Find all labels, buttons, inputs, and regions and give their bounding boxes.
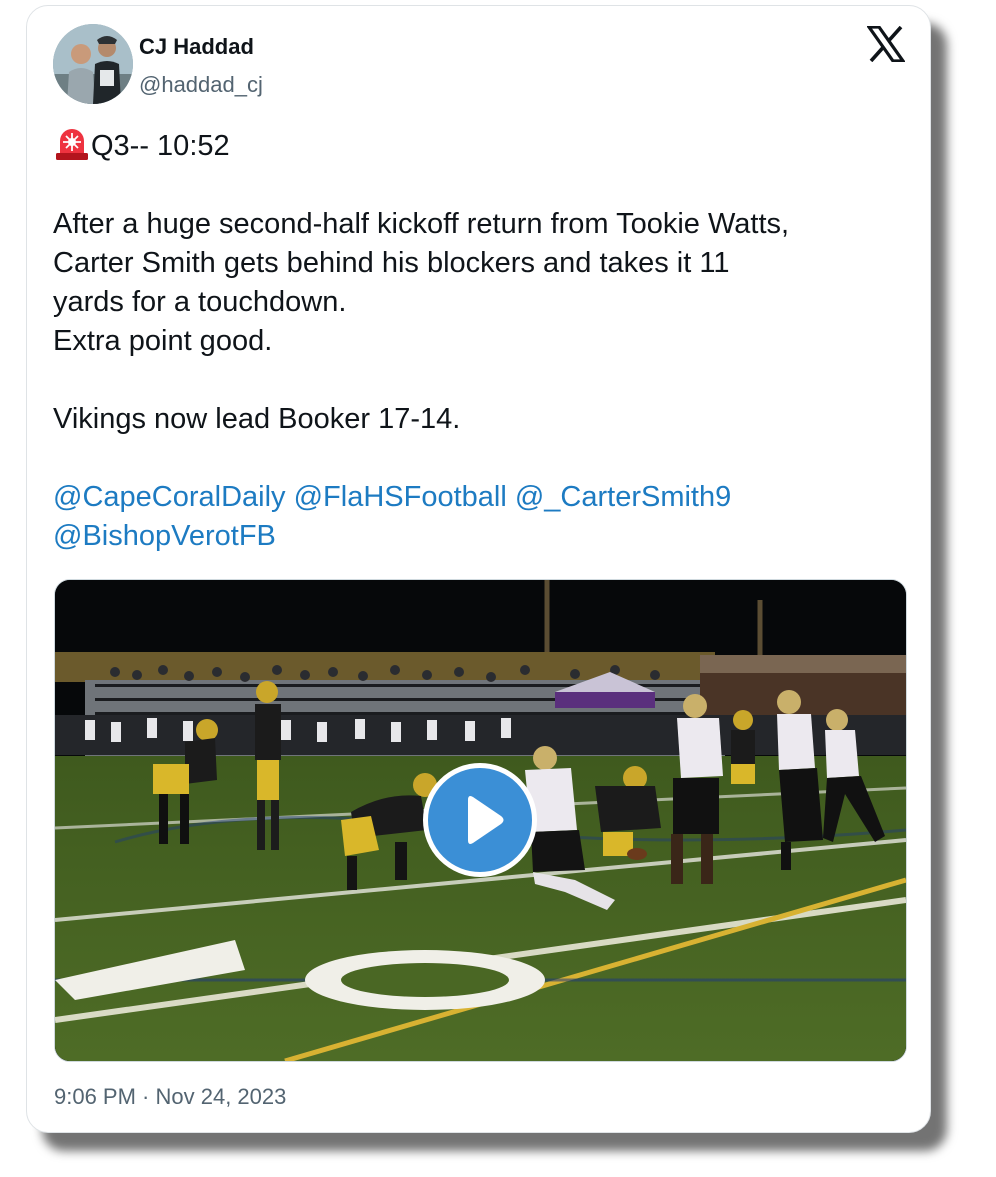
mentions-line-1: @CapeCoralDaily @FlaHSFootball @_CarterS…	[53, 478, 913, 517]
mention-link[interactable]: @FlaHSFootball	[294, 481, 507, 513]
mention-link[interactable]: @_CarterSmith9	[515, 481, 731, 513]
play-icon	[468, 796, 504, 844]
author-handle[interactable]: @haddad_cj	[139, 72, 263, 98]
score-line: Q3-- 10:52	[53, 124, 913, 166]
tweet-card: CJ Haddad @haddad_cj Q3-- 10:52 After a …	[26, 5, 931, 1133]
mentions-line-2: @BishopVerotFB	[53, 517, 913, 556]
avatar-photo	[53, 24, 133, 104]
play-line-2: Carter Smith gets behind his blockers an…	[53, 247, 730, 279]
score-text: Q3-- 10:52	[91, 130, 230, 162]
police-light-icon	[53, 124, 91, 162]
mention-link[interactable]: @BishopVerotFB	[53, 520, 276, 552]
play-line-1: After a huge second-half kickoff return …	[53, 208, 790, 240]
avatar[interactable]	[53, 24, 133, 104]
tweet-text: Q3-- 10:52 After a huge second-half kick…	[53, 124, 913, 556]
play-line-4: Extra point good.	[53, 325, 273, 357]
video-player[interactable]	[54, 579, 907, 1062]
mention-link[interactable]: @CapeCoralDaily	[53, 481, 286, 513]
player	[731, 710, 755, 784]
x-logo-icon[interactable]	[865, 25, 907, 63]
play-button[interactable]	[423, 763, 537, 877]
tweet-timestamp[interactable]: 9:06 PM · Nov 24, 2023	[54, 1084, 286, 1110]
author-name[interactable]: CJ Haddad	[139, 34, 254, 60]
lead-line: Vikings now lead Booker 17-14.	[53, 403, 461, 435]
play-line-3: yards for a touchdown.	[53, 286, 347, 318]
